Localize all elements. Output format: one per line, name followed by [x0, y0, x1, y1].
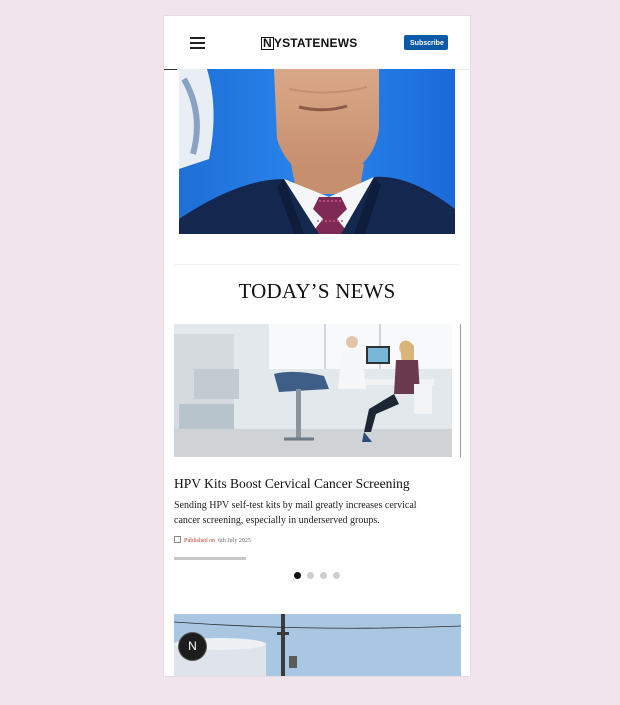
mobile-viewport: N YSTATENEWS Subscribe TODAY’S NEWS HPV … — [164, 16, 470, 676]
carousel-dot-3[interactable] — [320, 572, 327, 579]
carousel-dot-2[interactable] — [307, 572, 314, 579]
news-card-title[interactable]: HPV Kits Boost Cervical Cancer Screening — [174, 476, 464, 492]
hero-image[interactable] — [179, 69, 455, 234]
news-card-image[interactable] — [174, 324, 452, 457]
section-divider — [174, 264, 460, 265]
logo-mark: N — [261, 36, 274, 50]
published-date: 6th July 2025 — [218, 538, 251, 544]
menu-icon[interactable] — [190, 37, 205, 49]
carousel-progress-bar — [174, 557, 246, 560]
logo-text: YSTATENEWS — [273, 36, 358, 50]
site-header: N YSTATENEWS Subscribe — [164, 16, 470, 70]
floating-n-button[interactable]: N — [179, 633, 206, 660]
news-card-description: Sending HPV self-test kits by mail great… — [174, 500, 417, 526]
news-card-meta: Published on 6th July 2025 — [174, 536, 374, 544]
header-underline-tick — [164, 69, 177, 70]
next-card-peek[interactable] — [460, 324, 470, 464]
site-logo[interactable]: N YSTATENEWS — [261, 36, 357, 50]
carousel-dot-1[interactable] — [294, 572, 301, 579]
published-label: Published on — [184, 538, 216, 544]
calendar-icon — [174, 536, 181, 543]
carousel-dot-4[interactable] — [333, 572, 340, 579]
next-story-image[interactable] — [174, 614, 461, 676]
subscribe-button[interactable]: Subscribe — [404, 35, 448, 50]
section-title: TODAY’S NEWS — [238, 279, 396, 303]
